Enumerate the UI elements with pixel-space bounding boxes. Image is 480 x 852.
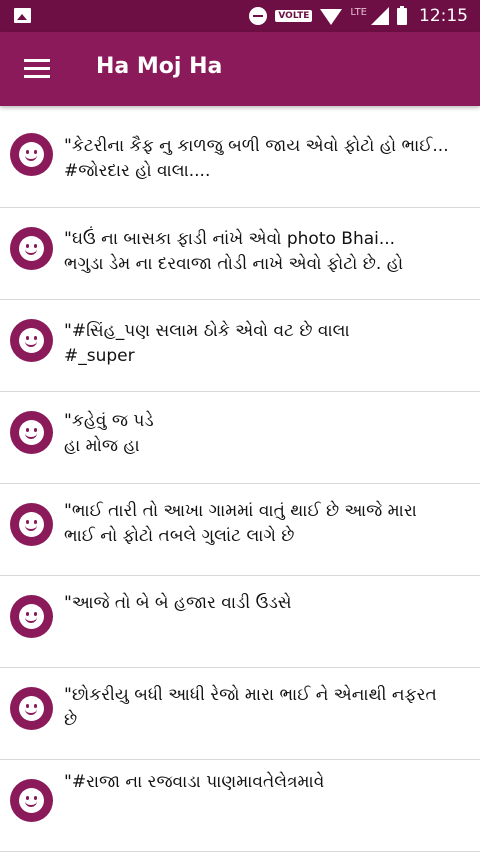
- list-item[interactable]: "ભાઈ તારી તો આખા ગામમાં વાતું થાઈ છે આજે…: [0, 484, 480, 576]
- status-icons: VOLTE LTE 12:15: [249, 4, 468, 28]
- volte-badge: VOLTE: [275, 10, 313, 22]
- post-text: "#સિંહ_પણ સલામ ઠોકે એવો વટ છે વાલા #_sup…: [64, 321, 350, 366]
- smiley-avatar-icon: [10, 319, 53, 362]
- do-not-disturb-icon: [249, 7, 268, 25]
- smiley-avatar-icon: [10, 687, 53, 730]
- smiley-avatar-icon: [10, 411, 53, 454]
- app-title: Ha Moj Ha: [96, 54, 223, 79]
- post-text: "કેટરીના કૈફ નુ કાળજુ બળી જાય એવો ફોટો હ…: [64, 136, 449, 181]
- smiley-avatar-icon: [10, 595, 53, 638]
- wifi-icon: [320, 9, 343, 25]
- smiley-avatar-icon: [10, 133, 53, 176]
- list-item[interactable]: "ઘઉં ના બાસકા ફાડી નાંખે એવો photo Bhai.…: [0, 208, 480, 300]
- list-item[interactable]: "છોકરીયુ બધી આધી રેજો મારા ભાઈ ને એનાથી …: [0, 668, 480, 760]
- post-text: "કહેવું જ પડે હા મોજ હા: [64, 411, 154, 456]
- smiley-avatar-icon: [10, 503, 53, 546]
- smiley-avatar-icon: [10, 227, 53, 270]
- lte-label: LTE: [350, 7, 367, 18]
- list-item[interactable]: "કેટરીના કૈફ નુ કાળજુ બળી જાય એવો ફોટો હ…: [0, 106, 480, 208]
- list-item[interactable]: "#રાજા ના રજવાડા પાણમાવતેલેત્રમાવે: [0, 760, 480, 852]
- list-item[interactable]: "કહેવું જ પડે હા મોજ હા: [0, 392, 480, 484]
- post-text: "છોકરીયુ બધી આધી રેજો મારા ભાઈ ને એનાથી …: [64, 685, 437, 730]
- list-item[interactable]: "#સિંહ_પણ સલામ ઠોકે એવો વટ છે વાલા #_sup…: [0, 300, 480, 392]
- post-text: "ભાઈ તારી તો આખા ગામમાં વાતું થાઈ છે આજે…: [64, 501, 417, 546]
- list-item[interactable]: "આજે તો બે બે હજાર વાડી ઉડસે: [0, 576, 480, 668]
- post-text: "ઘઉં ના બાસકા ફાડી નાંખે એવો photo Bhai.…: [64, 229, 404, 274]
- smiley-avatar-icon: [10, 779, 53, 822]
- post-text: "આજે તો બે બે હજાર વાડી ઉડસે: [64, 593, 292, 613]
- app-bar: Ha Moj Ha: [0, 32, 480, 106]
- battery-icon: [397, 5, 407, 25]
- post-list[interactable]: "કેટરીના કૈફ નુ કાળજુ બળી જાય એવો ફોટો હ…: [0, 106, 480, 852]
- status-time: 12:15: [419, 6, 468, 26]
- hamburger-menu-icon[interactable]: [24, 59, 50, 79]
- image-icon: [14, 8, 31, 23]
- post-text: "#રાજા ના રજવાડા પાણમાવતેલેત્રમાવે: [64, 772, 325, 792]
- signal-icon: [371, 7, 389, 25]
- status-bar: VOLTE LTE 12:15: [0, 0, 480, 32]
